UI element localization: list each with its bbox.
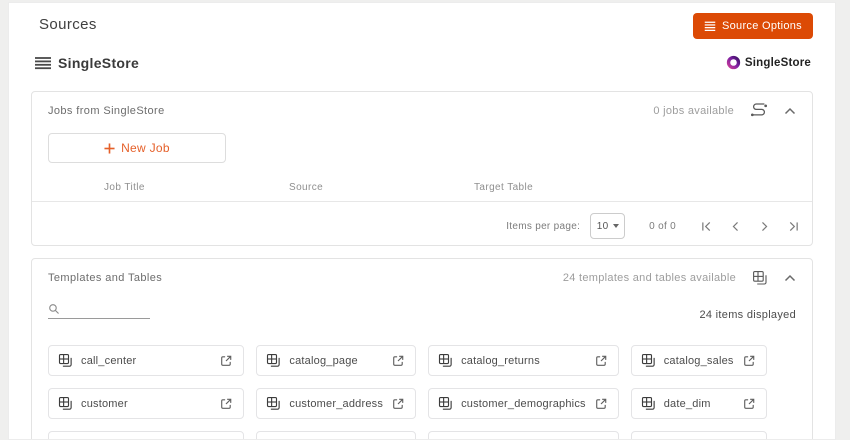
- table-card[interactable]: customer_address: [256, 388, 417, 419]
- previous-page-button[interactable]: [729, 220, 742, 233]
- jobs-panel-header: Jobs from SingleStore 0 jobs available: [32, 92, 812, 127]
- source-row: SingleStore SingleStore: [31, 47, 813, 85]
- table-card[interactable]: call_center: [48, 345, 245, 376]
- collapse-jobs-chevron-up-icon[interactable]: [784, 107, 796, 115]
- new-job-button[interactable]: New Job: [48, 133, 226, 163]
- list-icon: [704, 20, 716, 32]
- table-icon: [266, 353, 281, 368]
- jobs-panel-title: Jobs from SingleStore: [48, 104, 165, 117]
- main-content-sheet: Sources Source Options SingleStore Singl…: [8, 2, 836, 440]
- source-name-wrap: SingleStore: [35, 55, 139, 71]
- table-icon: [438, 353, 453, 368]
- table-card[interactable]: catalog_sales: [630, 345, 767, 376]
- table-name: catalog_sales: [663, 354, 734, 367]
- column-header-job-title: Job Title: [104, 182, 145, 193]
- column-header-target-table: Target Table: [474, 182, 534, 193]
- jobs-pagination: Items per page: 10 0 of 0: [32, 202, 812, 239]
- table-name: date_dim: [663, 397, 711, 410]
- next-page-button[interactable]: [758, 220, 771, 233]
- open-in-new-icon[interactable]: [742, 354, 756, 368]
- open-in-new-icon[interactable]: [742, 397, 756, 411]
- column-header-source: Source: [289, 182, 324, 193]
- singlestore-logo: SingleStore: [726, 55, 811, 70]
- jobs-table-header: Job Title Source Target Table: [32, 182, 812, 193]
- list-icon: [35, 56, 51, 70]
- first-page-button[interactable]: [700, 220, 713, 233]
- page-range-label: 0 of 0: [649, 220, 676, 232]
- job-flow-icon[interactable]: [750, 103, 768, 118]
- collapse-templates-chevron-up-icon[interactable]: [784, 274, 796, 282]
- table-card[interactable]: date_dim: [630, 388, 767, 419]
- items-displayed-label: 24 items displayed: [699, 309, 796, 321]
- tables-grid: call_center catalog_page catalog_returns…: [48, 345, 767, 439]
- table-view-icon[interactable]: [752, 270, 768, 286]
- table-card[interactable]: income_band: [256, 431, 417, 439]
- table-card[interactable]: catalog_page: [256, 345, 417, 376]
- table-card[interactable]: household_demographics: [48, 431, 245, 439]
- table-icon: [641, 353, 656, 368]
- source-options-button[interactable]: Source Options: [692, 13, 813, 39]
- last-page-button[interactable]: [787, 220, 800, 233]
- caret-down-icon: [612, 224, 619, 228]
- jobs-availability: 0 jobs available: [653, 104, 734, 117]
- source-options-label: Source Options: [721, 20, 802, 32]
- page-size-value: 10: [596, 220, 609, 232]
- table-icon: [58, 396, 73, 411]
- search-icon: [48, 303, 60, 315]
- source-name: SingleStore: [58, 55, 140, 71]
- table-name: catalog_returns: [461, 354, 540, 367]
- page-header: Sources Source Options: [31, 3, 813, 47]
- table-card[interactable]: customer_demographics: [428, 388, 619, 419]
- templates-availability: 24 templates and tables available: [562, 272, 736, 284]
- open-in-new-icon[interactable]: [219, 397, 233, 411]
- templates-panel-title: Templates and Tables: [48, 272, 163, 284]
- templates-panel-header: Templates and Tables 24 templates and ta…: [32, 259, 812, 295]
- search-input[interactable]: [64, 303, 144, 315]
- singlestore-ring-icon: [726, 55, 741, 70]
- table-icon: [641, 396, 656, 411]
- table-card[interactable]: customer: [48, 388, 245, 419]
- table-icon: [58, 353, 73, 368]
- jobs-panel: Jobs from SingleStore 0 jobs available N…: [31, 91, 813, 246]
- page-title: Sources: [39, 16, 97, 33]
- open-in-new-icon[interactable]: [219, 354, 233, 368]
- table-name: customer_demographics: [461, 397, 586, 410]
- page-size-select[interactable]: 10: [590, 213, 626, 239]
- table-name: customer: [81, 397, 128, 410]
- table-name: catalog_page: [289, 354, 358, 367]
- table-card[interactable]: item: [630, 431, 767, 439]
- items-per-page-label: Items per page:: [506, 220, 581, 232]
- templates-panel: Templates and Tables 24 templates and ta…: [31, 258, 813, 439]
- table-name: call_center: [81, 354, 137, 367]
- open-in-new-icon[interactable]: [594, 354, 608, 368]
- search-row: 24 items displayed: [32, 301, 812, 335]
- open-in-new-icon[interactable]: [391, 354, 405, 368]
- table-icon: [438, 396, 453, 411]
- table-card[interactable]: catalog_returns: [428, 345, 619, 376]
- new-job-label: New Job: [121, 141, 170, 155]
- table-icon: [266, 396, 281, 411]
- singlestore-logo-text: SingleStore: [744, 56, 811, 69]
- open-in-new-icon[interactable]: [594, 397, 608, 411]
- plus-icon: [104, 142, 115, 154]
- open-in-new-icon[interactable]: [391, 397, 405, 411]
- table-card[interactable]: inventory: [428, 431, 619, 439]
- table-name: customer_address: [289, 397, 384, 410]
- search-field[interactable]: [48, 303, 150, 319]
